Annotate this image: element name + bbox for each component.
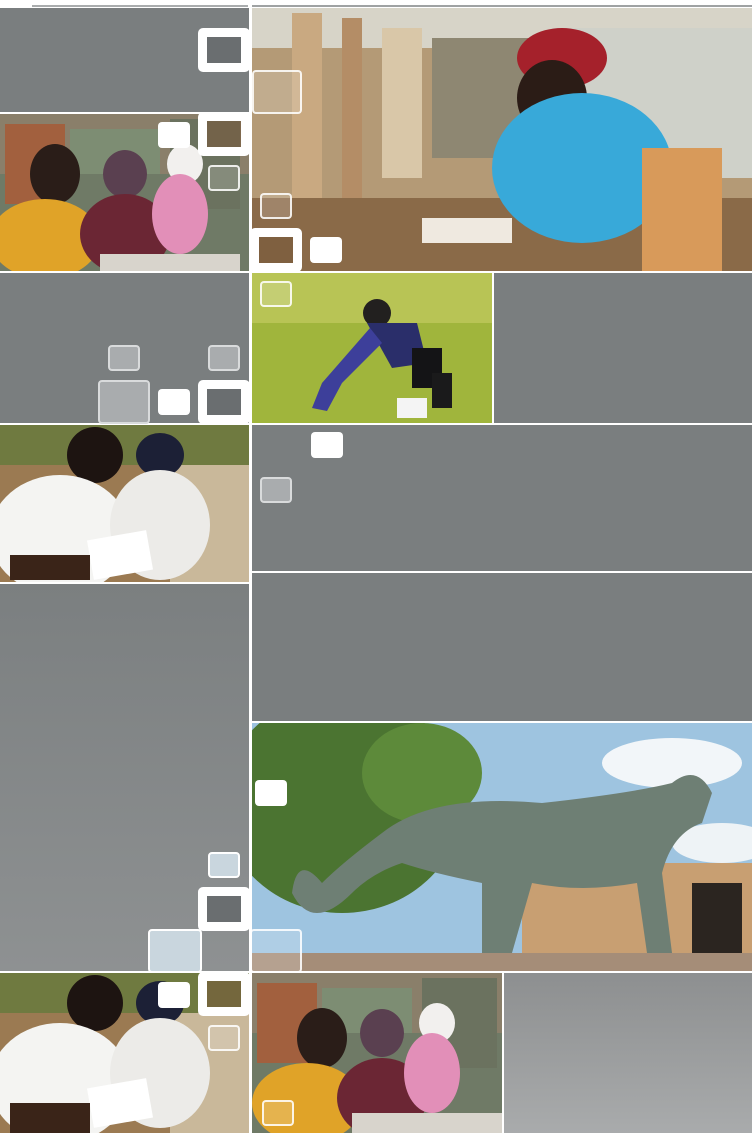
square-icon [208,345,240,371]
square-icon [310,237,342,263]
ring-square-icon [198,112,250,156]
square-icon [98,380,150,424]
ring-square-icon [198,972,250,1016]
square-icon [250,929,302,973]
photo-students-outdoor-study [0,425,249,582]
square-icon [208,1025,240,1051]
square-icon [252,70,302,114]
square-icon [255,780,287,806]
square-icon [158,122,190,148]
grey-panel-right-upper [494,273,752,423]
square-icon [158,389,190,415]
photo-icon [252,723,752,971]
square-icon [262,1100,294,1126]
photo-icon [252,8,752,271]
square-icon [208,852,240,878]
top-divider-right [252,5,752,7]
square-icon [108,345,140,371]
ring-square-icon [198,380,250,424]
square-icon [158,982,190,1008]
grey-panel-right-wide [252,573,752,721]
photo-library-student-desk [252,8,752,271]
square-icon [208,165,240,191]
square-icon [260,281,292,307]
grey-panel-bottom-right [504,973,752,1133]
square-icon [148,929,202,973]
ring-square-icon [198,887,250,931]
photo-leopard-statue [252,723,752,971]
square-icon [311,432,343,458]
ring-square-icon [198,28,250,72]
square-icon [260,477,292,503]
ring-square-icon [250,228,302,272]
square-icon [260,193,292,219]
photo-icon [0,425,249,582]
top-divider-left [32,5,248,7]
